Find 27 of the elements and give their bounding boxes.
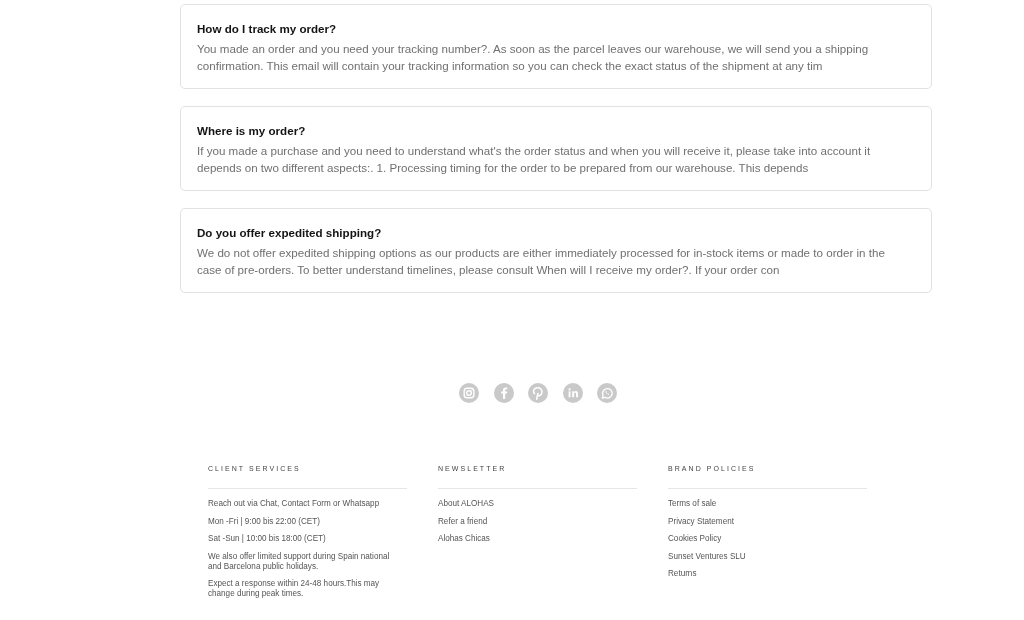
faq-answer: We do not offer expedited shipping options as our products are either immediately processed for in-stock items or made to order in the case of pre-orders. To better understand timelines, please consult When will I receive my order?. If your order con xyxy=(197,245,886,278)
footer-link[interactable]: Sunset Ventures SLU xyxy=(668,551,746,562)
footer-link[interactable]: Cookies Policy xyxy=(668,534,722,544)
faq-question: Do you offer expedited shipping? xyxy=(197,226,383,240)
info-text: Sat -Sun | 10:00 bis 18:00 (CET) xyxy=(208,534,326,544)
footer-link[interactable]: About ALOHAS xyxy=(438,499,494,509)
facebook-icon[interactable] xyxy=(493,383,514,403)
footer-link[interactable]: Refer a friend xyxy=(438,516,488,527)
linkedin-icon[interactable] xyxy=(562,383,583,403)
info-text: Expect a response within 24-48 hours.This may change during peak times. xyxy=(208,579,381,599)
faq-question: Where is my order? xyxy=(197,124,307,138)
footer-link[interactable]: Privacy Statement xyxy=(668,516,734,527)
faq-answer: If you made a purchase and you need to understand what's the order status and when you will receive it, please take into account it depends on two different aspects:. 1. Processing timing for the order to be prepared from our warehouse. This depends xyxy=(197,143,872,176)
faq-question: How do I track my order? xyxy=(197,22,338,36)
footer-link[interactable]: Alohas Chicas xyxy=(438,534,490,544)
info-text: We also offer limited support during Spain national and Barcelona public holidays. xyxy=(208,551,391,572)
info-text: Reach out via Chat, Contact Form or Whatsapp xyxy=(208,499,380,509)
faq-answer: You made an order and you need your tracking number?. As soon as the parcel leaves our warehouse, we will send you a shipping confirmation. This email will contain your tracking information so you can check the exact status of the shipment at any tim xyxy=(197,41,870,74)
instagram-icon[interactable] xyxy=(459,383,479,403)
footer-link[interactable]: Returns xyxy=(668,569,697,579)
faq-card[interactable] xyxy=(180,208,932,293)
pinterest-icon[interactable] xyxy=(528,383,548,403)
footer-link[interactable]: Terms of sale xyxy=(668,499,717,509)
info-text: Mon -Fri | 9:00 bis 22:00 (CET) xyxy=(208,516,320,527)
faq-card[interactable] xyxy=(180,4,932,89)
whatsapp-icon[interactable] xyxy=(597,383,617,403)
faq-card[interactable] xyxy=(180,106,932,191)
